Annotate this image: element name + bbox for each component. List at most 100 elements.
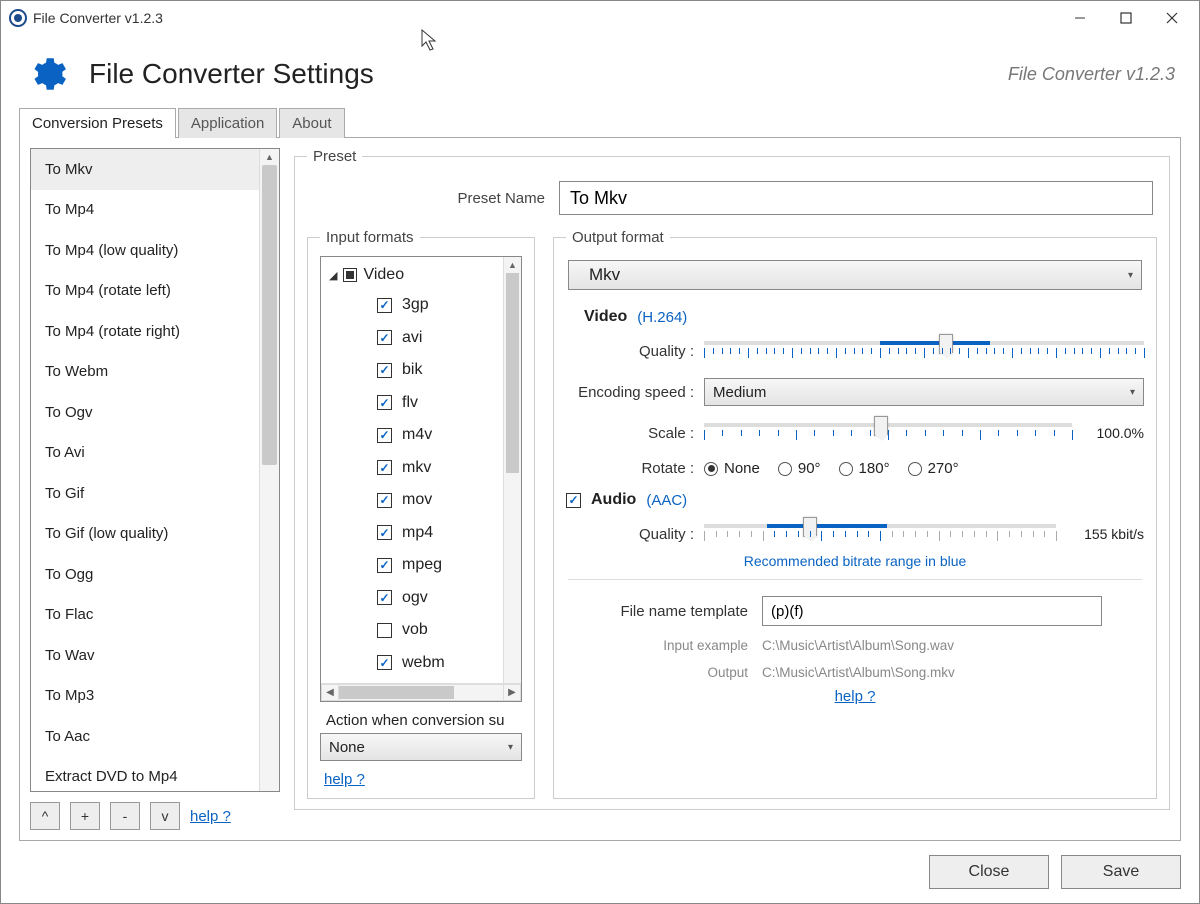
output-format-select[interactable]: Mkv ▾ xyxy=(568,260,1142,290)
tree-item[interactable]: mov xyxy=(321,484,521,517)
tree-item[interactable]: vob xyxy=(321,614,521,647)
audio-enable-checkbox[interactable] xyxy=(566,493,581,508)
tree-item[interactable]: ogv xyxy=(321,582,521,615)
preset-item[interactable]: To Wav xyxy=(31,635,259,676)
tab-conversion-presets[interactable]: Conversion Presets xyxy=(19,108,176,138)
tree-item[interactable]: webm xyxy=(321,647,521,680)
preset-item[interactable]: To Flac xyxy=(31,595,259,636)
tree-item[interactable]: mkv xyxy=(321,452,521,485)
output-format-value: Mkv xyxy=(589,265,620,285)
rotate-90-radio[interactable]: 90° xyxy=(778,460,821,477)
tree-item[interactable]: m4v xyxy=(321,419,521,452)
format-checkbox[interactable] xyxy=(377,493,392,508)
audio-codec: (AAC) xyxy=(646,492,687,509)
chevron-down-icon: ▾ xyxy=(1128,270,1133,281)
audio-quality-value: 155 kbit/s xyxy=(1066,526,1144,542)
format-checkbox[interactable] xyxy=(377,363,392,378)
video-quality-slider[interactable] xyxy=(704,338,1144,364)
preset-name-input[interactable] xyxy=(559,181,1153,215)
close-window-button[interactable] xyxy=(1149,1,1195,35)
format-label: vob xyxy=(402,621,428,639)
page-header: File Converter Settings File Converter v… xyxy=(1,35,1199,107)
action-select[interactable]: None ▾ xyxy=(320,733,522,761)
chevron-down-icon: ▾ xyxy=(508,742,513,753)
format-label: bik xyxy=(402,361,422,379)
tree-horizontal-scrollbar[interactable]: ◀▶ xyxy=(321,683,521,701)
tree-group-video[interactable]: ◢ Video xyxy=(321,261,521,289)
tree-item[interactable]: mpeg xyxy=(321,549,521,582)
move-down-button[interactable]: v xyxy=(150,802,180,830)
preset-item[interactable]: To Aac xyxy=(31,716,259,757)
tree-vertical-scrollbar[interactable]: ▲ xyxy=(503,257,521,683)
minimize-button[interactable] xyxy=(1057,1,1103,35)
tree-item[interactable]: bik xyxy=(321,354,521,387)
action-select-value: None xyxy=(329,739,365,756)
format-checkbox[interactable] xyxy=(377,655,392,670)
output-format-legend: Output format xyxy=(566,229,670,246)
preset-item[interactable]: To Mp4 xyxy=(31,190,259,231)
format-checkbox[interactable] xyxy=(377,298,392,313)
close-button[interactable]: Close xyxy=(929,855,1049,889)
preset-item[interactable]: To Mp4 (rotate left) xyxy=(31,271,259,312)
rotate-180-radio[interactable]: 180° xyxy=(839,460,890,477)
help-link-presets[interactable]: help ? xyxy=(190,808,231,825)
format-checkbox[interactable] xyxy=(377,330,392,345)
preset-item[interactable]: To Ogv xyxy=(31,392,259,433)
tree-item[interactable]: flv xyxy=(321,387,521,420)
preset-item[interactable]: Extract DVD to Mp4 xyxy=(31,757,259,792)
remove-preset-button[interactable]: - xyxy=(110,802,140,830)
title-bar: File Converter v1.2.3 xyxy=(1,1,1199,35)
tree-item[interactable]: mp4 xyxy=(321,517,521,550)
preset-item[interactable]: To Mp4 (low quality) xyxy=(31,230,259,271)
format-checkbox[interactable] xyxy=(377,428,392,443)
preset-list: To MkvTo Mp4To Mp4 (low quality)To Mp4 (… xyxy=(30,148,280,792)
output-example-label: Output xyxy=(566,665,748,680)
tab-about[interactable]: About xyxy=(279,108,344,138)
tristate-checkbox[interactable] xyxy=(343,268,357,282)
maximize-button[interactable] xyxy=(1103,1,1149,35)
preset-list-scrollbar[interactable]: ▲ xyxy=(259,149,279,791)
format-checkbox[interactable] xyxy=(377,558,392,573)
tree-item[interactable]: 3gp xyxy=(321,289,521,322)
template-input[interactable] xyxy=(762,596,1102,626)
save-button[interactable]: Save xyxy=(1061,855,1181,889)
page-title: File Converter Settings xyxy=(89,58,374,90)
format-checkbox[interactable] xyxy=(377,590,392,605)
tree-item[interactable]: avi xyxy=(321,322,521,355)
tab-application[interactable]: Application xyxy=(178,108,277,138)
bitrate-note: Recommended bitrate range in blue xyxy=(566,553,1144,569)
input-example-label: Input example xyxy=(566,638,748,653)
move-up-button[interactable]: ^ xyxy=(30,802,60,830)
input-formats-legend: Input formats xyxy=(320,229,420,246)
audio-quality-slider[interactable] xyxy=(704,521,1056,547)
format-checkbox[interactable] xyxy=(377,525,392,540)
scale-label: Scale : xyxy=(566,425,694,442)
preset-item[interactable]: To Mkv xyxy=(31,149,259,190)
preset-item[interactable]: To Ogg xyxy=(31,554,259,595)
preset-item[interactable]: To Gif xyxy=(31,473,259,514)
rotate-none-radio[interactable]: None xyxy=(704,460,760,477)
rotate-label: Rotate : xyxy=(566,460,694,477)
scale-slider[interactable] xyxy=(704,420,1072,446)
preset-item[interactable]: To Gif (low quality) xyxy=(31,514,259,555)
encoding-speed-label: Encoding speed : xyxy=(566,384,694,401)
encoding-speed-select[interactable]: Medium ▾ xyxy=(704,378,1144,406)
minimize-icon xyxy=(1074,12,1086,24)
preset-name-label: Preset Name xyxy=(311,190,545,207)
format-label: avi xyxy=(402,329,422,347)
video-heading: Video xyxy=(584,308,627,326)
version-label: File Converter v1.2.3 xyxy=(1008,64,1175,85)
help-link-template[interactable]: help ? xyxy=(835,688,876,705)
preset-item[interactable]: To Mp4 (rotate right) xyxy=(31,311,259,352)
format-checkbox[interactable] xyxy=(377,395,392,410)
format-checkbox[interactable] xyxy=(377,460,392,475)
rotate-270-radio[interactable]: 270° xyxy=(908,460,959,477)
preset-item[interactable]: To Webm xyxy=(31,352,259,393)
add-preset-button[interactable]: + xyxy=(70,802,100,830)
preset-legend: Preset xyxy=(307,148,362,165)
preset-item[interactable]: To Avi xyxy=(31,433,259,474)
app-icon xyxy=(9,9,27,27)
format-checkbox[interactable] xyxy=(377,623,392,638)
preset-item[interactable]: To Mp3 xyxy=(31,676,259,717)
help-link-input[interactable]: help ? xyxy=(324,771,522,788)
